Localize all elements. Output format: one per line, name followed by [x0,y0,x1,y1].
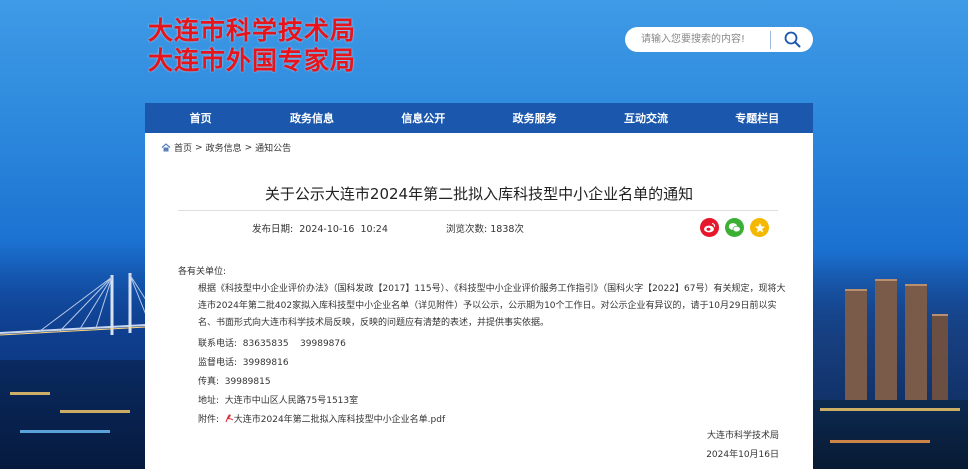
nav-item-special-topics[interactable]: 专题栏目 [702,103,813,133]
tower [932,314,948,409]
view-count: 浏览次数: 1838次 [446,221,524,235]
pdf-icon [225,414,234,423]
nav-item-interaction[interactable]: 互动交流 [590,103,701,133]
content-panel: 首页 > 政务信息 > 通知公告 关于公示大连市2024年第二批拟入库科技型中小企业名单… [145,133,813,469]
search-input[interactable] [625,28,770,51]
nav-item-government-info[interactable]: 政务信息 [256,103,367,133]
search-button[interactable] [771,27,813,52]
city-lights [60,410,130,413]
article-paragraph: 根据《科技型中小企业评价办法》（国科发政【2017】115号）、《科技型中小企业… [198,284,786,328]
search-bar [625,27,813,52]
title-divider [178,210,778,211]
fax: 传真: 39989815 [178,373,788,392]
attachment-label: 附件: [198,415,220,425]
breadcrumb-home[interactable]: 首页 [174,141,192,154]
view-count-value: 1838次 [490,224,524,235]
city-lights [10,392,50,395]
view-count-label: 浏览次数: [446,224,488,235]
nav-item-home[interactable]: 首页 [145,103,256,133]
signature-date: 2024年10月16日 [706,450,779,460]
breadcrumb-notices[interactable]: 通知公告 [255,141,291,154]
breadcrumb-separator: > [244,142,253,153]
breadcrumb-government-info[interactable]: 政务信息 [206,141,242,154]
star-icon [754,222,765,233]
supervise-phone: 监督电话: 39989816 [178,354,788,373]
publish-date-label: 发布日期: [252,224,294,235]
fax-label: 传真: [198,377,220,387]
fax-value: 39989815 [224,377,271,387]
city-lights [830,440,930,443]
logo-line-1: 大连市科学技术局 [148,16,357,45]
home-icon [161,143,171,152]
publish-date-value: 2024-10-16 10:24 [299,224,388,235]
share-wechat-button[interactable] [725,218,744,237]
city-lights [20,430,110,433]
attachment-link[interactable]: 大连市2024年第二批拟入库科技型中小企业名单.pdf [234,415,445,425]
contact-phone-value: 83635835 39989876 [242,339,346,349]
share-weibo-button[interactable] [700,218,719,237]
contact-phone-label: 联系电话: [198,339,238,349]
bridge-illustration [0,273,146,336]
address-label: 地址: [198,396,220,406]
logo-line-2: 大连市外国专家局 [148,46,357,75]
greeting: 各有关单位: [178,267,227,277]
favorite-button[interactable] [750,218,769,237]
attachment: 附件: 大连市2024年第二批拟入库科技型中小企业名单.pdf [178,411,788,430]
supervise-phone-value: 39989816 [242,358,289,368]
article-body: 各有关单位: 根据《科技型中小企业评价办法》（国科发政【2017】115号）、《… [178,264,788,430]
nav-item-info-disclosure[interactable]: 信息公开 [368,103,479,133]
address: 地址: 大连市中山区人民路75号1513室 [178,392,788,411]
main-nav: 首页 政务信息 信息公开 政务服务 互动交流 专题栏目 [145,103,813,133]
tower [845,289,867,409]
wechat-icon [728,223,741,233]
weibo-icon [704,223,716,233]
contact-phone: 联系电话: 83635835 39989876 [178,335,788,354]
tower [875,279,897,409]
city-lights [820,408,960,411]
breadcrumb: 首页 > 政务信息 > 通知公告 [161,141,291,154]
tower [905,284,927,409]
publish-date: 发布日期: 2024-10-16 10:24 [252,221,388,235]
supervise-phone-label: 监督电话: [198,358,238,368]
site-logo[interactable]: 大连市科学技术局 大连市外国专家局 [148,16,356,76]
search-icon [784,31,800,48]
city-left-ground [0,360,146,469]
breadcrumb-separator: > [195,142,203,153]
signature-organization: 大连市科学技术局 [706,431,779,441]
article-title: 关于公示大连市2024年第二批拟入库科技型中小企业名单的通知 [264,185,694,203]
address-value: 大连市中山区人民路75号1513室 [224,396,359,406]
nav-item-government-service[interactable]: 政务服务 [479,103,590,133]
